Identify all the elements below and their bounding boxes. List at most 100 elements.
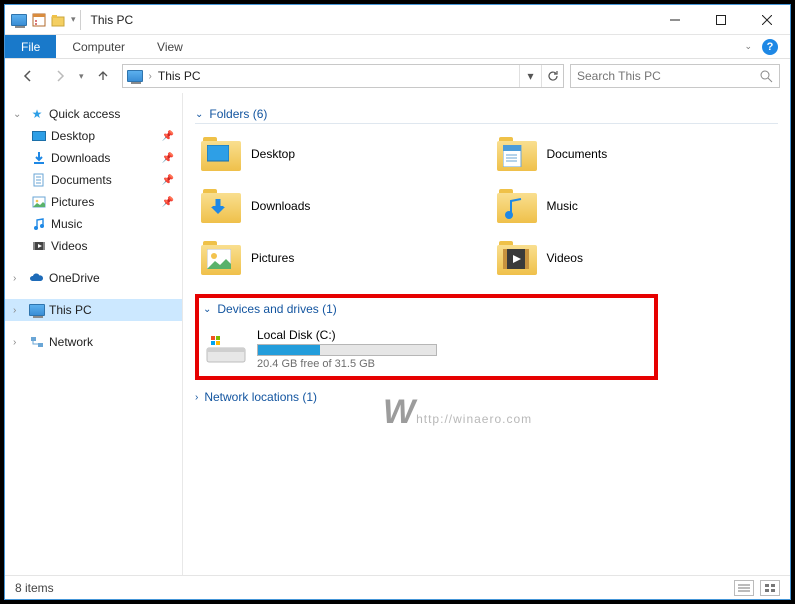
group-separator	[195, 123, 778, 124]
app-icon	[11, 12, 27, 28]
folder-label: Downloads	[251, 199, 310, 213]
tree-label: Videos	[51, 239, 87, 253]
group-header-network[interactable]: › Network locations (1)	[195, 386, 778, 410]
quick-access-toolbar: ▾	[5, 12, 76, 28]
folder-icon	[201, 137, 241, 171]
address-dropdown-icon[interactable]: ▾	[519, 65, 541, 87]
folder-music[interactable]: Music	[491, 182, 779, 230]
chevron-down-icon[interactable]: ⌄	[13, 109, 25, 120]
network-icon	[29, 334, 45, 350]
tree-this-pc[interactable]: › This PC	[5, 299, 182, 321]
folder-grid: Desktop Documents Downloads	[195, 130, 778, 282]
group-label: Network locations (1)	[204, 390, 317, 404]
explorer-window: ▾ This PC File Computer View ⌄ ? ▾ › Thi…	[4, 4, 791, 600]
tree-label: OneDrive	[49, 271, 100, 285]
chevron-right-icon: ›	[195, 392, 198, 403]
tree-label: Network	[49, 335, 93, 349]
quick-access-icon: ★	[29, 106, 45, 122]
tree-label: Desktop	[51, 129, 95, 143]
pin-icon: 📌	[162, 131, 174, 142]
folder-pictures[interactable]: Pictures	[195, 234, 483, 282]
this-pc-icon	[29, 302, 45, 318]
folder-icon	[497, 189, 537, 223]
tree-label: Pictures	[51, 195, 94, 209]
nav-toolbar: ▾ › This PC ▾	[5, 59, 790, 93]
qat-newfolder-icon[interactable]	[51, 12, 67, 28]
view-icons-button[interactable]	[760, 580, 780, 596]
tree-label: Downloads	[51, 151, 110, 165]
downloads-icon	[31, 150, 47, 166]
folder-icon	[497, 241, 537, 275]
documents-icon	[31, 172, 47, 188]
onedrive-icon	[29, 270, 45, 286]
window-controls	[652, 5, 790, 35]
tree-music[interactable]: Music	[5, 213, 182, 235]
folder-documents[interactable]: Documents	[491, 130, 779, 178]
chevron-right-icon[interactable]: ›	[13, 305, 25, 316]
titlebar: ▾ This PC	[5, 5, 790, 35]
tree-onedrive[interactable]: › OneDrive	[5, 267, 182, 289]
status-bar: 8 items	[5, 575, 790, 599]
explorer-body: ⌄ ★ Quick access Desktop 📌 Downloads 📌 D…	[5, 93, 790, 575]
search-input[interactable]	[577, 69, 754, 83]
tab-view[interactable]: View	[141, 35, 199, 58]
qat-customize-icon[interactable]: ▾	[71, 14, 76, 25]
tab-computer[interactable]: Computer	[56, 35, 141, 58]
chevron-down-icon: ⌄	[195, 109, 203, 120]
folder-label: Music	[547, 199, 578, 213]
close-button[interactable]	[744, 5, 790, 35]
window-title: This PC	[91, 13, 134, 27]
tree-label: This PC	[49, 303, 92, 317]
tree-pictures[interactable]: Pictures 📌	[5, 191, 182, 213]
folder-label: Pictures	[251, 251, 294, 265]
ribbon-expand-icon[interactable]: ⌄	[744, 41, 752, 52]
help-icon[interactable]: ?	[762, 39, 778, 55]
pin-icon: 📌	[162, 197, 174, 208]
address-icon	[127, 68, 143, 84]
search-icon	[760, 70, 773, 83]
music-icon	[31, 216, 47, 232]
chevron-right-icon[interactable]: ›	[13, 273, 25, 284]
tree-label: Documents	[51, 173, 112, 187]
tree-network[interactable]: › Network	[5, 331, 182, 353]
minimize-button[interactable]	[652, 5, 698, 35]
tab-file[interactable]: File	[5, 35, 56, 58]
address-bar[interactable]: › This PC ▾	[122, 64, 564, 88]
chevron-down-icon: ⌄	[203, 304, 211, 315]
drive-local-disk[interactable]: Local Disk (C:) 20.4 GB free of 31.5 GB	[199, 322, 654, 376]
back-button[interactable]	[15, 63, 41, 89]
refresh-button[interactable]	[541, 65, 563, 87]
group-header-drives[interactable]: ⌄ Devices and drives (1)	[199, 298, 654, 322]
tree-label: Quick access	[49, 107, 120, 121]
tree-desktop[interactable]: Desktop 📌	[5, 125, 182, 147]
folder-label: Videos	[547, 251, 583, 265]
tree-downloads[interactable]: Downloads 📌	[5, 147, 182, 169]
folder-desktop[interactable]: Desktop	[195, 130, 483, 178]
chevron-right-icon: ›	[149, 71, 152, 82]
tree-documents[interactable]: Documents 📌	[5, 169, 182, 191]
item-count: 8 items	[15, 581, 54, 595]
drive-meta: Local Disk (C:) 20.4 GB free of 31.5 GB	[257, 328, 437, 370]
forward-button[interactable]	[47, 63, 73, 89]
history-dropdown-icon[interactable]: ▾	[79, 71, 84, 82]
up-button[interactable]	[90, 63, 116, 89]
folder-downloads[interactable]: Downloads	[195, 182, 483, 230]
folder-label: Desktop	[251, 147, 295, 161]
breadcrumb[interactable]: This PC	[158, 69, 201, 83]
tree-videos[interactable]: Videos	[5, 235, 182, 257]
maximize-button[interactable]	[698, 5, 744, 35]
drive-subtext: 20.4 GB free of 31.5 GB	[257, 358, 437, 370]
desktop-icon	[31, 128, 47, 144]
capacity-bar	[257, 344, 437, 356]
content-pane: ⌄ Folders (6) Desktop	[183, 93, 790, 575]
view-details-button[interactable]	[734, 580, 754, 596]
pin-icon: 📌	[162, 153, 174, 164]
annotation-highlight: ⌄ Devices and drives (1) Local Disk (C:)…	[195, 294, 658, 380]
search-box[interactable]	[570, 64, 780, 88]
folder-label: Documents	[547, 147, 608, 161]
tree-quick-access[interactable]: ⌄ ★ Quick access	[5, 103, 182, 125]
chevron-right-icon[interactable]: ›	[13, 337, 25, 348]
folder-videos[interactable]: Videos	[491, 234, 779, 282]
qat-separator	[80, 10, 81, 30]
qat-props-icon[interactable]	[31, 12, 47, 28]
